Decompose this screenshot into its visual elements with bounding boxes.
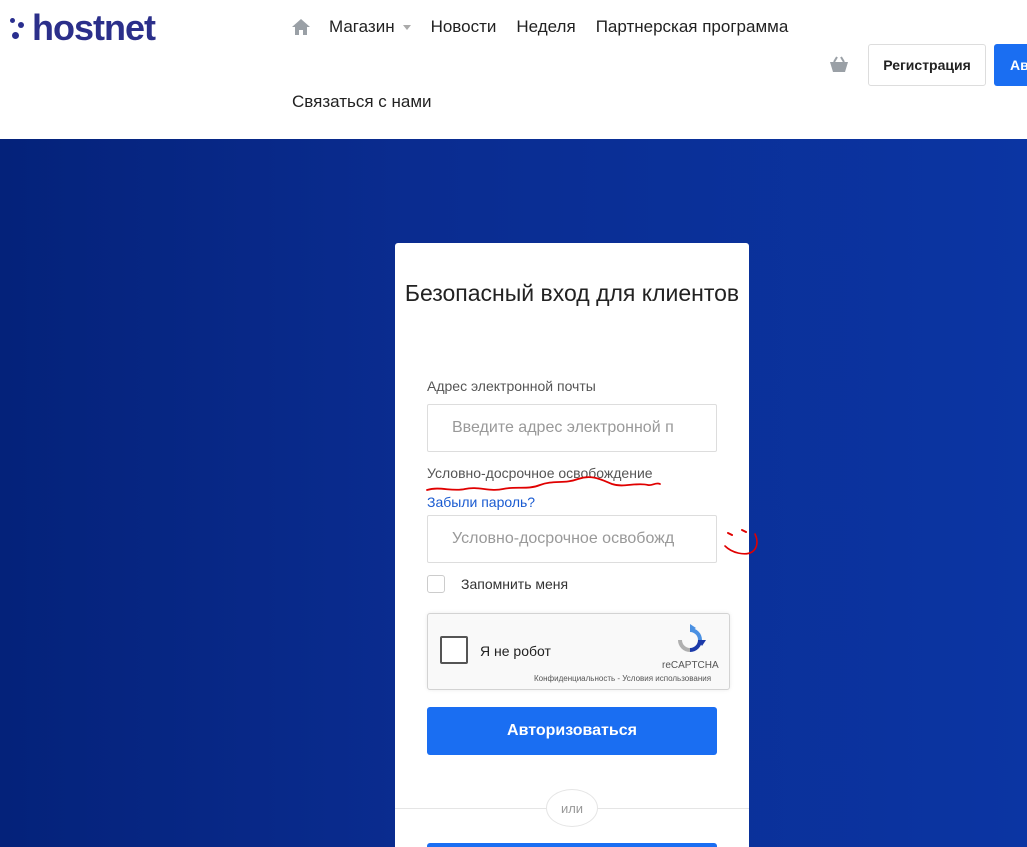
logo-text: hostnet bbox=[32, 7, 156, 48]
recaptcha-brand: reCAPTCHA bbox=[662, 660, 719, 671]
basket-icon[interactable] bbox=[828, 55, 850, 75]
email-label: Адрес электронной почты bbox=[427, 378, 596, 394]
nav-item-shop-label: Магазин bbox=[329, 17, 395, 36]
hostnet-logo[interactable]: hostnet bbox=[8, 7, 156, 48]
nav-item-shop[interactable]: Магазин bbox=[329, 17, 411, 37]
nav-item-news-label: Новости bbox=[430, 17, 497, 36]
nav-item-contact[interactable]: Связаться с нами bbox=[292, 92, 432, 112]
remember-me-label: Запомнить меня bbox=[461, 576, 569, 592]
alternate-login-button[interactable] bbox=[427, 843, 717, 847]
nav-item-partner-label: Партнерская программа bbox=[595, 17, 789, 36]
nav-item-news[interactable]: Новости bbox=[431, 17, 497, 37]
login-card: Безопасный вход для клиентов Адрес элект… bbox=[395, 243, 749, 847]
nav-item-partner[interactable]: Партнерская программа bbox=[596, 17, 789, 37]
recaptcha-label: Я не робот bbox=[480, 643, 551, 659]
login-title: Безопасный вход для клиентов bbox=[404, 280, 740, 306]
nav-item-week[interactable]: Неделя bbox=[516, 17, 575, 37]
recaptcha-links[interactable]: Конфиденциальность - Условия использован… bbox=[534, 674, 711, 683]
main-nav: Магазин Новости Неделя Партнерская прогр… bbox=[291, 17, 808, 37]
remember-me-checkbox[interactable] bbox=[427, 575, 445, 593]
forgot-password-link[interactable]: Забыли пароль? bbox=[427, 494, 535, 510]
password-label: Условно-досрочное освобождение bbox=[427, 465, 653, 481]
auth-button-top[interactable]: Ав bbox=[994, 44, 1027, 86]
recaptcha-icon bbox=[678, 624, 706, 652]
site-header: hostnet Магазин Новости Неделя Партнерск… bbox=[0, 0, 1027, 139]
remember-me-row[interactable]: Запомнить меня bbox=[427, 575, 568, 593]
or-separator: или bbox=[546, 789, 598, 827]
home-icon[interactable] bbox=[291, 17, 311, 37]
logo-dots-icon bbox=[8, 10, 32, 46]
recaptcha-checkbox[interactable] bbox=[440, 636, 468, 664]
email-field[interactable]: Введите адрес электронной п bbox=[427, 404, 717, 452]
login-submit-button[interactable]: Авторизоваться bbox=[427, 707, 717, 755]
nav-item-week-label: Неделя bbox=[516, 17, 576, 36]
register-button[interactable]: Регистрация bbox=[868, 44, 986, 86]
recaptcha-widget: Я не робот reCAPTCHA Конфиденциальность … bbox=[427, 613, 730, 690]
chevron-down-icon bbox=[402, 24, 411, 30]
password-field[interactable]: Условно-досрочное освобожд bbox=[427, 515, 717, 563]
